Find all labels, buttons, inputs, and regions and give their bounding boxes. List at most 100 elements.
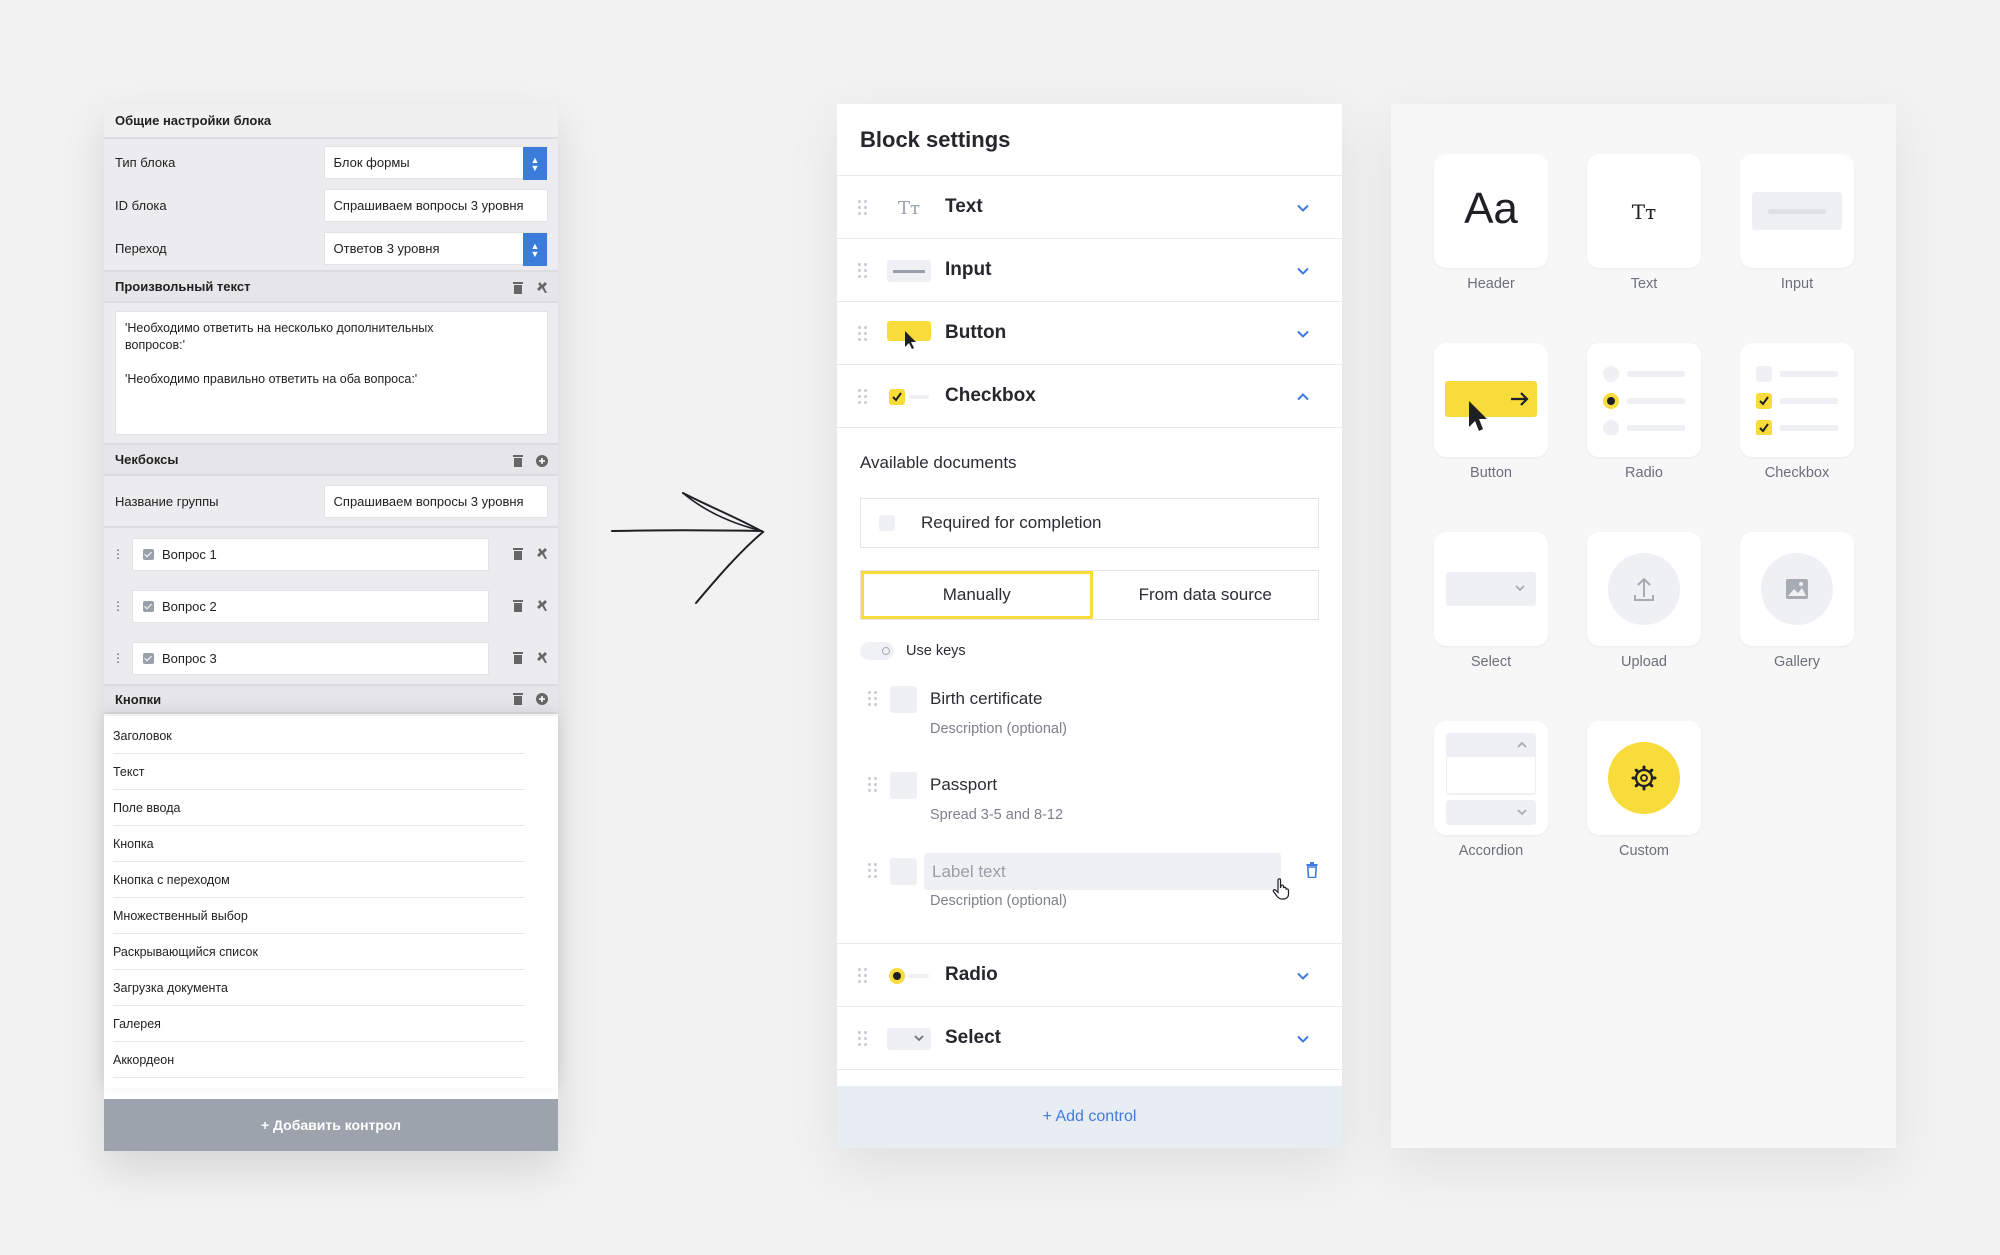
component-gallery: Aa Header Tт Text Input Button Radio Che… [1391,104,1896,1148]
dropdown-item[interactable]: Кнопка [113,826,525,862]
chevron-down-icon[interactable] [1297,265,1309,277]
drag-handle-icon[interactable] [858,1031,868,1047]
trash-icon[interactable] [512,281,524,294]
select-arrows-icon[interactable]: ▲ ▼ [523,147,547,180]
tile-header[interactable]: Aa [1434,154,1548,268]
custom-text-title: Произвольный текст [115,279,251,294]
tab-manually[interactable]: Manually [861,571,1093,619]
accordion-select[interactable]: Select [837,1007,1342,1070]
dropdown-item[interactable]: Заголовок [113,718,525,754]
wrench-icon[interactable] [536,651,548,664]
document-description[interactable]: Description (optional) [930,721,1067,737]
required-for-completion-checkbox[interactable]: Required for completion [860,498,1319,548]
question-field[interactable]: Вопрос 3 [132,641,489,675]
drag-handle-icon[interactable] [868,691,878,707]
accordion-radio[interactable]: Radio [837,944,1342,1007]
document-description[interactable]: Spread 3-5 and 8-12 [930,807,1063,823]
tile-select[interactable] [1434,532,1548,646]
use-keys-toggle[interactable] [860,642,894,660]
tile-text[interactable]: Tт [1587,154,1701,268]
checkbox-icon[interactable] [143,548,154,560]
group-name-value: Спрашиваем вопросы 3 уровня [333,493,524,509]
label-text-input[interactable]: Label text [924,853,1281,890]
accordion-text[interactable]: Tт Text [837,176,1342,239]
question-row: ⋮ Вопрос 3 [104,632,558,684]
tile-input[interactable] [1740,154,1854,268]
checkbox-icon[interactable] [143,652,154,664]
drag-handle-icon[interactable]: ⋮ [112,547,124,561]
custom-text-line-1: 'Необходимо ответить на несколько дополн… [125,321,434,352]
old-add-control-button[interactable]: + Добавить контрол [104,1099,558,1151]
add-circle-icon[interactable] [536,692,548,705]
dropdown-item[interactable]: Загрузка документа [113,970,525,1006]
text-icon: Tт [1631,200,1657,224]
trash-icon[interactable] [512,454,524,467]
dropdown-item[interactable]: Галерея [113,1006,525,1042]
checkbox-icon [887,384,931,410]
accordion-checkbox[interactable]: Checkbox [837,365,1342,428]
chevron-down-icon[interactable] [1297,328,1309,340]
accordion-input[interactable]: Input [837,239,1342,302]
block-type-label: Тип блока [115,155,176,170]
wrench-icon[interactable] [536,281,548,294]
document-checkbox[interactable] [890,858,917,885]
tile-checkbox[interactable] [1740,343,1854,457]
accordion-icon [1446,733,1536,825]
checkbox-icon[interactable] [143,600,154,612]
accordion-label: Radio [945,964,998,985]
chevron-down-icon[interactable] [1297,202,1309,214]
dropdown-item[interactable]: Аккордеон [113,1042,525,1078]
tile-gallery[interactable] [1740,532,1854,646]
drag-handle-icon[interactable] [858,200,868,216]
trash-icon[interactable] [512,692,524,705]
question-row: ⋮ Вопрос 2 [104,580,558,632]
document-title[interactable]: Passport [930,775,997,795]
document-description[interactable]: Description (optional) [930,893,1067,909]
trash-icon[interactable] [512,599,524,612]
tile-custom[interactable] [1587,721,1701,835]
dropdown-item[interactable]: Множественный выбор [113,898,525,934]
custom-text-area[interactable]: 'Необходимо ответить на несколько дополн… [115,311,548,435]
chevron-up-icon[interactable] [1297,391,1309,403]
dropdown-item[interactable]: Кнопка с переходом [113,862,525,898]
question-field[interactable]: Вопрос 2 [132,589,489,623]
add-circle-icon[interactable] [536,454,548,467]
wrench-icon[interactable] [536,599,548,612]
tile-label: Radio [1625,465,1663,481]
question-field[interactable]: Вопрос 1 [132,537,489,571]
trash-icon[interactable] [512,547,524,560]
document-checkbox[interactable] [890,772,917,799]
chevron-down-icon[interactable] [1297,970,1309,982]
dropdown-item[interactable]: Поле ввода [113,790,525,826]
tile-accordion[interactable] [1434,721,1548,835]
drag-handle-icon[interactable] [858,263,868,279]
drag-handle-icon[interactable] [868,863,878,879]
add-control-button[interactable]: + Add control [837,1086,1342,1148]
gear-icon [1608,742,1680,814]
block-id-input[interactable]: Спрашиваем вопросы 3 уровня [323,189,548,222]
trash-icon[interactable] [512,651,524,664]
tile-upload[interactable] [1587,532,1701,646]
checkbox-square-icon[interactable] [879,515,895,531]
tile-button[interactable] [1434,343,1548,457]
drag-handle-icon[interactable] [858,389,868,405]
block-type-select[interactable]: Блок формы ▲ ▼ [323,146,548,180]
dropdown-item[interactable]: Раскрывающийся список [113,934,525,970]
trash-icon[interactable] [1306,862,1318,878]
drag-handle-icon[interactable] [858,326,868,342]
chevron-down-icon[interactable] [1297,1033,1309,1045]
wrench-icon[interactable] [536,547,548,560]
drag-handle-icon[interactable] [858,968,868,984]
document-title[interactable]: Birth certificate [930,689,1042,709]
tab-from-data-source[interactable]: From data source [1093,571,1319,619]
dropdown-item[interactable]: Текст [113,754,525,790]
transition-select[interactable]: Ответов 3 уровня ▲ ▼ [323,232,548,266]
group-name-input[interactable]: Спрашиваем вопросы 3 уровня [323,484,548,518]
drag-handle-icon[interactable]: ⋮ [112,599,124,613]
tile-radio[interactable] [1587,343,1701,457]
accordion-button[interactable]: Button [837,302,1342,365]
select-arrows-icon[interactable]: ▲ ▼ [523,233,547,266]
drag-handle-icon[interactable] [868,777,878,793]
drag-handle-icon[interactable]: ⋮ [112,651,124,665]
document-checkbox[interactable] [890,686,917,713]
